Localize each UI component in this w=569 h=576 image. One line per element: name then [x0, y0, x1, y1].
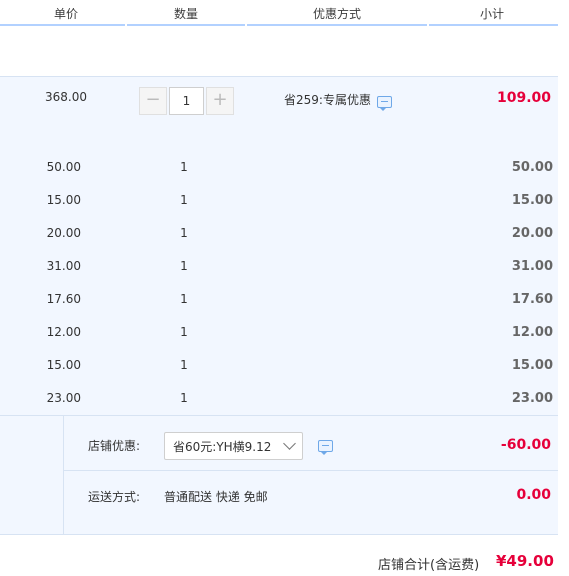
item-subtotal: 12.00	[511, 325, 553, 340]
header-quantity: 数量	[173, 7, 198, 21]
quantity-stepper: − 1 +	[139, 87, 234, 115]
item-quantity: 1	[180, 325, 188, 339]
shipping-amount: 0.00	[516, 487, 551, 503]
item-quantity: 1	[180, 391, 188, 405]
divider	[63, 470, 558, 471]
item-price: 23.00	[46, 391, 81, 405]
item-subtotal: 20.00	[511, 226, 553, 241]
item-subtotal: 23.00	[511, 391, 553, 406]
item-subtotal: 31.00	[511, 259, 553, 274]
shop-discount-label: 店铺优惠:	[88, 439, 141, 453]
chat-bubble-icon[interactable]	[377, 96, 392, 111]
main-item-price: 368.00	[45, 90, 87, 104]
shop-discount-select[interactable]: 省60元:YH横9.12	[164, 432, 303, 460]
item-subtotal: 17.60	[511, 292, 553, 307]
quantity-input[interactable]: 1	[169, 87, 204, 115]
item-quantity: 1	[180, 292, 188, 306]
divider	[63, 416, 64, 534]
item-subtotal: 15.00	[511, 358, 553, 373]
item-quantity: 1	[180, 226, 188, 240]
item-quantity: 1	[180, 259, 188, 273]
header-subtotal: 小计	[479, 7, 504, 21]
header-discount: 优惠方式	[312, 7, 361, 21]
item-price: 31.00	[46, 259, 81, 273]
item-price: 17.60	[46, 292, 81, 306]
item-price: 15.00	[46, 193, 81, 207]
main-item-promo: 省259:专属优惠	[284, 93, 371, 107]
shop-total-amount: ¥49.00	[496, 552, 554, 570]
shop-discount-selected: 省60元:YH横9.12	[173, 440, 272, 454]
item-price: 15.00	[46, 358, 81, 372]
shop-discount-amount: -60.00	[500, 437, 551, 453]
main-item-subtotal: 109.00	[496, 90, 551, 106]
cart-table-header: 单价 数量 优惠方式 小计	[0, 0, 569, 26]
item-subtotal: 50.00	[511, 160, 553, 175]
item-price: 12.00	[46, 325, 81, 339]
item-quantity: 1	[180, 160, 188, 174]
blank-row	[0, 26, 569, 76]
chevron-down-icon	[283, 437, 296, 450]
shipping-method: 普通配送 快递 免邮	[164, 490, 268, 504]
item-price: 50.00	[46, 160, 81, 174]
shipping-label: 运送方式:	[88, 490, 141, 504]
header-price: 单价	[53, 7, 78, 21]
item-quantity: 1	[180, 358, 188, 372]
shop-total-label: 店铺合计(含运费)	[378, 558, 480, 573]
item-price: 20.00	[46, 226, 81, 240]
item-subtotal: 15.00	[511, 193, 553, 208]
quantity-decrease-button[interactable]: −	[139, 87, 167, 115]
shop-total-row: 店铺合计(含运费) ¥49.00	[0, 540, 569, 576]
item-quantity: 1	[180, 193, 188, 207]
quantity-increase-button[interactable]: +	[206, 87, 234, 115]
chat-bubble-icon[interactable]	[318, 440, 333, 455]
